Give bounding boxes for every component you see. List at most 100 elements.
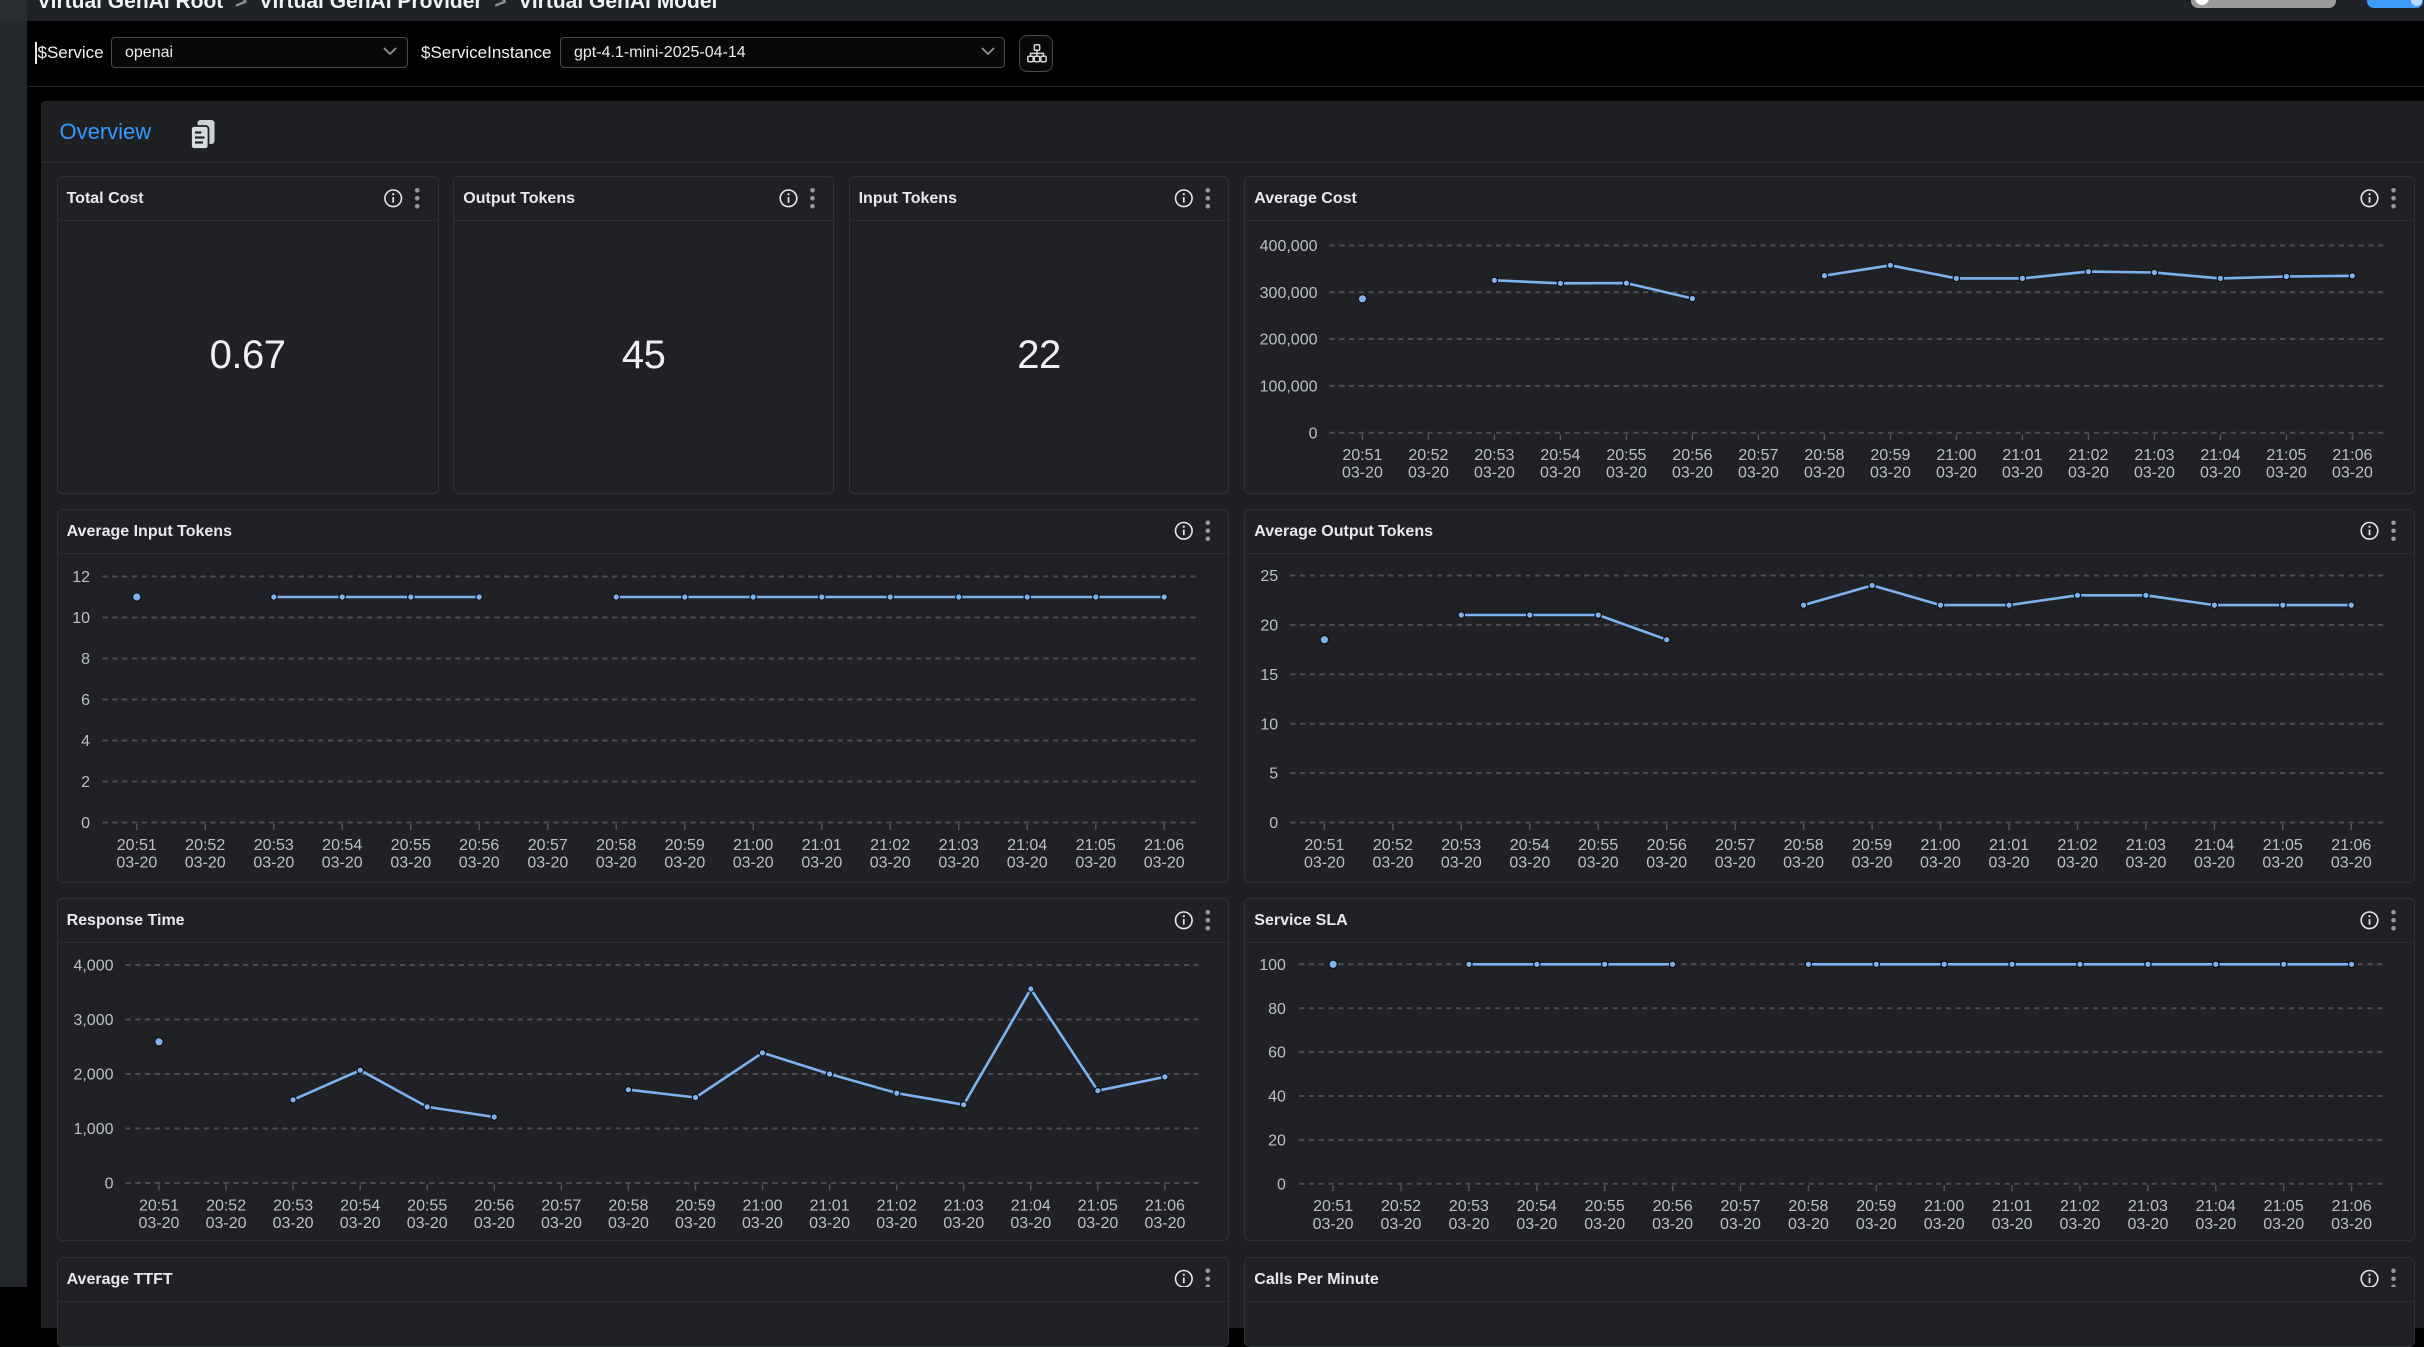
svg-text:03-20: 03-20	[596, 855, 637, 872]
svg-text:4: 4	[81, 733, 90, 750]
svg-text:21:04: 21:04	[2196, 1198, 2236, 1215]
svg-text:20:54: 20:54	[1510, 837, 1550, 854]
svg-text:03-20: 03-20	[1852, 855, 1893, 872]
svg-text:03-20: 03-20	[2134, 465, 2175, 482]
svg-text:20:58: 20:58	[1788, 1198, 1828, 1215]
svg-text:0: 0	[1309, 425, 1318, 442]
svg-text:03-20: 03-20	[1441, 855, 1482, 872]
svg-text:03-20: 03-20	[139, 1215, 180, 1232]
svg-text:03-20: 03-20	[2127, 1216, 2168, 1233]
svg-text:03-20: 03-20	[1448, 1216, 1489, 1233]
svg-text:21:01: 21:01	[1992, 1198, 2032, 1215]
svg-text:21:03: 21:03	[2128, 1198, 2168, 1215]
svg-text:03-20: 03-20	[1606, 465, 1647, 482]
svg-text:21:00: 21:00	[733, 837, 773, 854]
svg-text:21:02: 21:02	[2060, 1198, 2100, 1215]
svg-text:21:06: 21:06	[2332, 1198, 2372, 1215]
svg-text:1,000: 1,000	[73, 1121, 113, 1138]
svg-text:03-20: 03-20	[2263, 1216, 2304, 1233]
svg-text:20:51: 20:51	[139, 1197, 179, 1214]
svg-text:21:06: 21:06	[1145, 1197, 1185, 1214]
svg-text:60: 60	[1268, 1045, 1286, 1062]
svg-text:03-20: 03-20	[2194, 855, 2235, 872]
svg-text:21:06: 21:06	[1144, 837, 1184, 854]
svg-text:20:51: 20:51	[117, 837, 157, 854]
svg-text:03-20: 03-20	[1804, 465, 1845, 482]
svg-text:20:54: 20:54	[340, 1197, 380, 1214]
svg-text:15: 15	[1260, 667, 1278, 684]
svg-text:0: 0	[1269, 815, 1278, 832]
svg-text:03-20: 03-20	[1304, 855, 1345, 872]
svg-text:20:57: 20:57	[528, 837, 568, 854]
svg-text:21:04: 21:04	[2194, 837, 2234, 854]
svg-text:03-20: 03-20	[1578, 855, 1619, 872]
svg-text:03-20: 03-20	[253, 855, 294, 872]
svg-text:21:05: 21:05	[1076, 837, 1116, 854]
svg-text:21:03: 21:03	[2126, 837, 2166, 854]
svg-text:21:04: 21:04	[1007, 837, 1047, 854]
svg-text:20:57: 20:57	[1715, 837, 1755, 854]
svg-text:20:52: 20:52	[1381, 1198, 1421, 1215]
svg-text:03-20: 03-20	[1381, 1216, 1422, 1233]
svg-text:20:59: 20:59	[1870, 447, 1910, 464]
svg-text:03-20: 03-20	[541, 1215, 582, 1232]
svg-text:21:00: 21:00	[742, 1197, 782, 1214]
svg-text:20:55: 20:55	[1578, 837, 1618, 854]
svg-text:6: 6	[81, 692, 90, 709]
svg-text:03-20: 03-20	[2262, 855, 2303, 872]
svg-text:20: 20	[1260, 618, 1278, 635]
svg-text:03-20: 03-20	[322, 855, 363, 872]
svg-text:03-20: 03-20	[876, 1215, 917, 1232]
svg-text:200,000: 200,000	[1260, 332, 1318, 349]
svg-text:0: 0	[105, 1176, 114, 1193]
svg-text:20:58: 20:58	[1804, 447, 1844, 464]
svg-text:300,000: 300,000	[1260, 285, 1318, 302]
svg-text:03-20: 03-20	[116, 855, 157, 872]
svg-text:100,000: 100,000	[1260, 379, 1318, 396]
svg-text:21:03: 21:03	[2134, 447, 2174, 464]
svg-text:03-20: 03-20	[733, 855, 774, 872]
svg-text:03-20: 03-20	[2266, 465, 2307, 482]
svg-text:21:03: 21:03	[944, 1197, 984, 1214]
svg-text:03-20: 03-20	[2332, 465, 2373, 482]
svg-text:03-20: 03-20	[1646, 855, 1687, 872]
svg-text:21:02: 21:02	[870, 837, 910, 854]
svg-text:21:05: 21:05	[2264, 1198, 2304, 1215]
svg-text:20:57: 20:57	[1720, 1198, 1760, 1215]
svg-text:03-20: 03-20	[390, 855, 431, 872]
svg-text:21:03: 21:03	[939, 837, 979, 854]
svg-text:0: 0	[1277, 1176, 1286, 1193]
svg-text:21:00: 21:00	[1936, 447, 1976, 464]
svg-text:20:59: 20:59	[1852, 837, 1892, 854]
svg-text:03-20: 03-20	[2068, 465, 2109, 482]
svg-text:03-20: 03-20	[1788, 1216, 1829, 1233]
svg-text:21:06: 21:06	[2331, 837, 2371, 854]
svg-text:03-20: 03-20	[938, 855, 979, 872]
svg-text:03-20: 03-20	[1715, 855, 1756, 872]
svg-text:20:53: 20:53	[273, 1197, 313, 1214]
svg-text:03-20: 03-20	[1920, 855, 1961, 872]
svg-text:12: 12	[72, 569, 90, 586]
svg-text:03-20: 03-20	[608, 1215, 649, 1232]
svg-text:03-20: 03-20	[407, 1215, 448, 1232]
svg-text:4,000: 4,000	[73, 958, 113, 975]
svg-text:21:06: 21:06	[2332, 447, 2372, 464]
svg-text:03-20: 03-20	[2331, 1216, 2372, 1233]
svg-text:3,000: 3,000	[73, 1012, 113, 1029]
svg-text:21:01: 21:01	[802, 837, 842, 854]
svg-text:20:56: 20:56	[459, 837, 499, 854]
svg-text:20:53: 20:53	[254, 837, 294, 854]
svg-text:20:55: 20:55	[1585, 1198, 1625, 1215]
svg-text:21:01: 21:01	[1989, 837, 2029, 854]
svg-text:20:53: 20:53	[1449, 1198, 1489, 1215]
svg-text:20:51: 20:51	[1342, 447, 1382, 464]
svg-text:03-20: 03-20	[459, 855, 500, 872]
svg-text:20:59: 20:59	[665, 837, 705, 854]
svg-text:03-20: 03-20	[1720, 1216, 1761, 1233]
svg-text:03-20: 03-20	[185, 855, 226, 872]
svg-text:20:52: 20:52	[1408, 447, 1448, 464]
svg-text:03-20: 03-20	[1509, 855, 1550, 872]
svg-text:20:54: 20:54	[322, 837, 362, 854]
svg-text:03-20: 03-20	[2331, 855, 2372, 872]
svg-text:21:01: 21:01	[810, 1197, 850, 1214]
